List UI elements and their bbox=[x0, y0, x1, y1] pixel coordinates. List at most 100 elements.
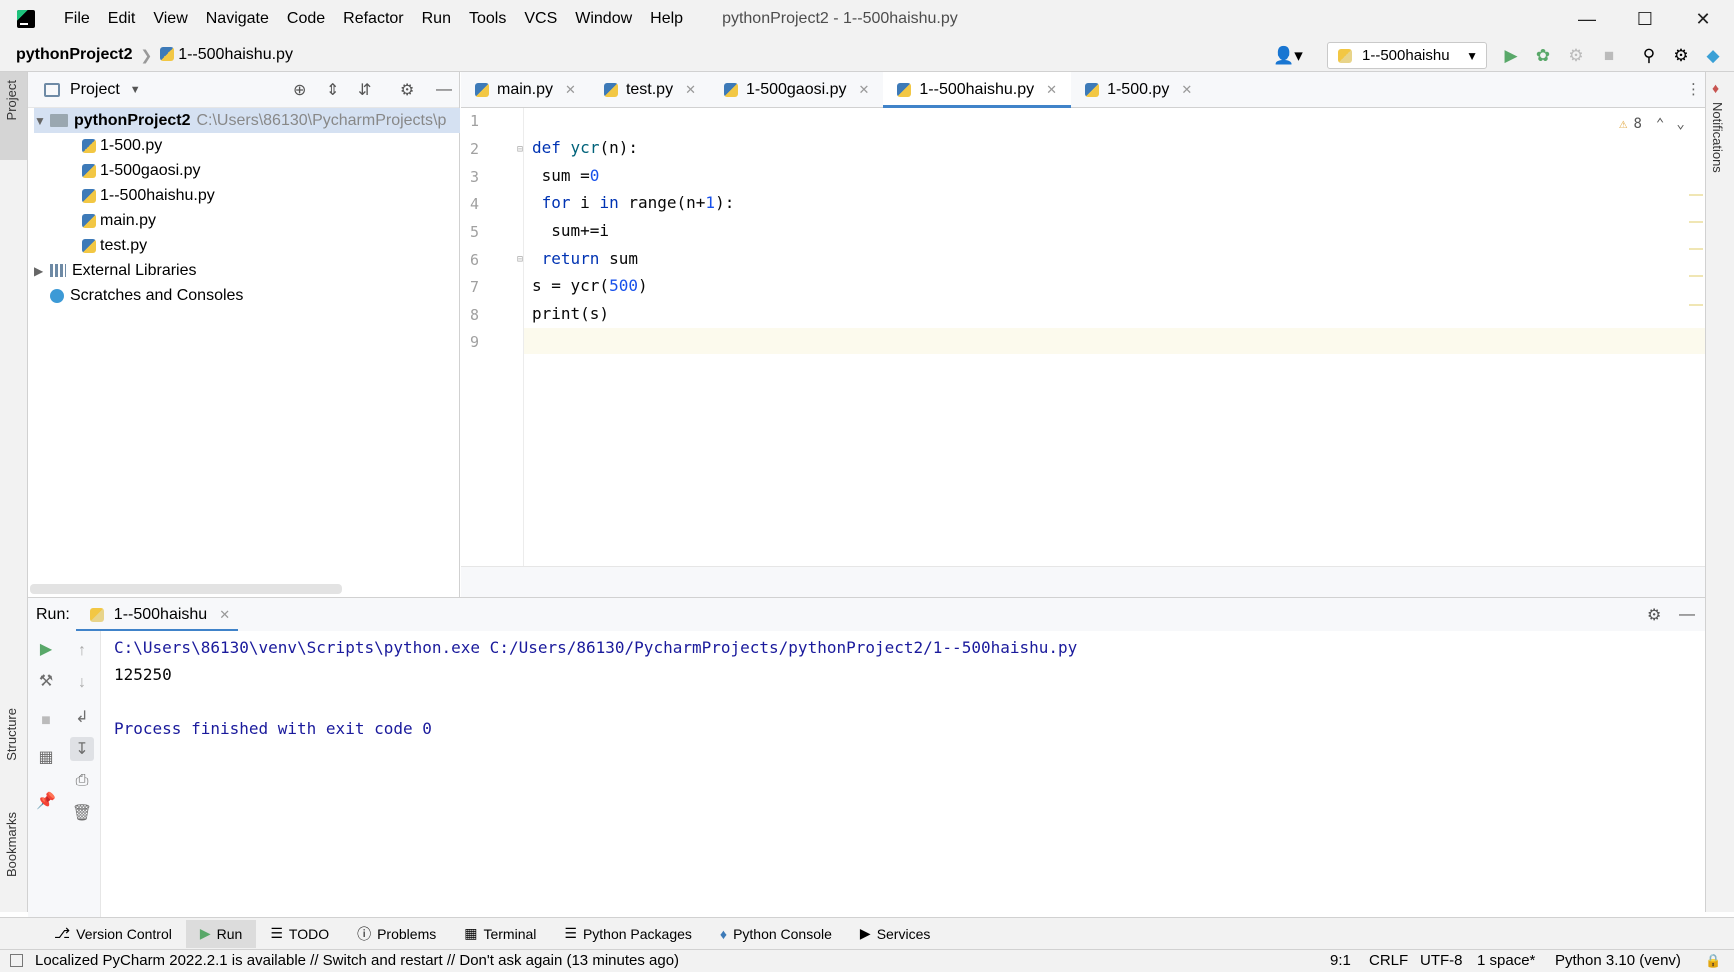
tree-file-row[interactable]: 1-500gaosi.py bbox=[82, 158, 201, 183]
tree-file-row[interactable]: main.py bbox=[82, 208, 156, 233]
menu-refactor[interactable]: Refactor bbox=[334, 0, 412, 38]
coverage-icon[interactable]: ⚙ bbox=[1566, 46, 1586, 66]
tool-tab-version-control[interactable]: ⎇ Version Control bbox=[40, 920, 186, 948]
hide-panel-icon[interactable]: — bbox=[436, 81, 452, 99]
tool-tab-todo[interactable]: ☰ TODO bbox=[256, 920, 343, 948]
chevron-down-icon[interactable]: ▼ bbox=[34, 114, 50, 128]
menu-navigate[interactable]: Navigate bbox=[197, 0, 278, 38]
run-config-selector[interactable]: 1--500haishu ▼ bbox=[1327, 42, 1487, 69]
previous-highlight-icon[interactable]: ⌃ bbox=[1656, 116, 1664, 132]
indent-setting[interactable]: 1 space* bbox=[1477, 952, 1535, 969]
collapse-all-icon[interactable]: ⇵ bbox=[358, 80, 371, 100]
file-encoding[interactable]: UTF-8 bbox=[1420, 952, 1463, 969]
notifications-tool-label[interactable]: Notifications bbox=[1710, 102, 1725, 173]
status-message[interactable]: Localized PyCharm 2022.2.1 is available … bbox=[35, 952, 679, 969]
more-tabs-icon[interactable]: ⋮ bbox=[1686, 80, 1701, 98]
wrench-icon[interactable]: ⚒ bbox=[36, 671, 56, 691]
bell-icon[interactable]: ♦ bbox=[1712, 80, 1719, 96]
trash-icon[interactable]: 🗑 bbox=[72, 803, 92, 823]
pin-icon[interactable]: 📌 bbox=[36, 791, 56, 811]
error-stripe-mark[interactable] bbox=[1689, 275, 1703, 277]
chevron-down-icon[interactable]: ▼ bbox=[130, 84, 141, 96]
maximize-button[interactable]: ☐ bbox=[1616, 0, 1674, 38]
soft-wrap-icon[interactable]: ↲ bbox=[72, 707, 92, 727]
tree-root-row[interactable]: ▼ pythonProject2 C:\Users\86130\PycharmP… bbox=[34, 108, 460, 133]
project-tool-tab[interactable]: Project bbox=[0, 72, 27, 160]
close-tab-icon[interactable]: ✕ bbox=[219, 607, 230, 623]
tool-tab-services[interactable]: ▶ Services bbox=[846, 920, 944, 948]
layout-icon[interactable]: ▦ bbox=[36, 747, 56, 767]
arrow-up-icon[interactable]: ↑ bbox=[72, 641, 92, 661]
expand-all-icon[interactable]: ⇕ bbox=[326, 80, 339, 100]
search-icon[interactable]: ⚲ bbox=[1639, 46, 1659, 66]
tool-tab-python-console[interactable]: ♦ Python Console bbox=[706, 920, 846, 948]
error-stripe-mark[interactable] bbox=[1689, 221, 1703, 223]
tool-tab-terminal[interactable]: ▦ Terminal bbox=[450, 920, 550, 948]
scroll-to-end-icon[interactable]: ↧ bbox=[70, 737, 94, 761]
menu-run[interactable]: Run bbox=[413, 0, 460, 38]
tree-file-row[interactable]: 1--500haishu.py bbox=[82, 183, 215, 208]
error-stripe-mark[interactable] bbox=[1689, 194, 1703, 196]
user-icon[interactable]: 👤▾ bbox=[1271, 46, 1305, 66]
print-icon[interactable]: ⎙ bbox=[72, 771, 92, 791]
error-stripe-mark[interactable] bbox=[1689, 304, 1703, 306]
close-window-button[interactable]: ✕ bbox=[1674, 0, 1732, 38]
editor-tab-test[interactable]: test.py ✕ bbox=[590, 72, 710, 107]
breadcrumb-file[interactable]: 1--500haishu.py bbox=[160, 46, 293, 64]
gear-icon[interactable]: ⚙ bbox=[1647, 605, 1661, 625]
close-tab-icon[interactable]: ✕ bbox=[565, 82, 576, 98]
structure-tool-label[interactable]: Structure bbox=[4, 708, 19, 761]
debug-icon[interactable]: ✿ bbox=[1533, 46, 1553, 66]
run-icon[interactable]: ▶ bbox=[1501, 46, 1521, 66]
tree-file-row[interactable]: 1-500.py bbox=[82, 133, 162, 158]
tool-tab-python-packages[interactable]: ☰ Python Packages bbox=[550, 920, 706, 948]
editor-tab-gaosi[interactable]: 1-500gaosi.py ✕ bbox=[710, 72, 883, 107]
toggle-tool-windows-icon[interactable] bbox=[10, 954, 23, 967]
run-tab[interactable]: 1--500haishu ✕ bbox=[75, 598, 239, 632]
line-separator[interactable]: CRLF bbox=[1369, 952, 1408, 969]
horizontal-scrollbar[interactable] bbox=[30, 584, 342, 594]
arrow-down-icon[interactable]: ↓ bbox=[72, 673, 92, 693]
menu-vcs[interactable]: VCS bbox=[515, 0, 566, 38]
project-view-title[interactable]: Project bbox=[70, 81, 120, 99]
hide-panel-icon[interactable]: — bbox=[1679, 606, 1695, 624]
lock-icon[interactable]: 🔒 bbox=[1705, 953, 1721, 969]
tree-scratches-row[interactable]: Scratches and Consoles bbox=[50, 283, 243, 308]
menu-window[interactable]: Window bbox=[566, 0, 641, 38]
settings-icon[interactable]: ⚙ bbox=[1671, 46, 1691, 66]
gear-icon[interactable]: ⚙ bbox=[400, 80, 414, 100]
rerun-icon[interactable]: ▶ bbox=[36, 639, 56, 659]
inspection-widget[interactable]: ⚠ 8 ⌃ ⌄ bbox=[1619, 116, 1685, 132]
chevron-right-icon[interactable]: ▶ bbox=[34, 264, 50, 278]
close-tab-icon[interactable]: ✕ bbox=[1046, 82, 1057, 98]
fold-icon[interactable]: ⊟ bbox=[517, 144, 523, 155]
menu-file[interactable]: File bbox=[55, 0, 99, 38]
bookmarks-tool-label[interactable]: Bookmarks bbox=[4, 812, 19, 877]
menu-code[interactable]: Code bbox=[278, 0, 334, 38]
menu-help[interactable]: Help bbox=[641, 0, 692, 38]
tool-tab-run[interactable]: ▶ Run bbox=[185, 919, 257, 948]
locate-icon[interactable]: ⊕ bbox=[293, 80, 306, 100]
run-console[interactable]: C:\Users\86130\venv\Scripts\python.exe C… bbox=[101, 631, 1705, 917]
tool-tab-problems[interactable]: ⓘ Problems bbox=[343, 920, 450, 948]
code-editor[interactable]: 1 2 3 4 5 6 7 8 9 ⊟ ⊟ def ycr(n): sum =0… bbox=[461, 108, 1705, 597]
tree-file-row[interactable]: test.py bbox=[82, 233, 147, 258]
python-interpreter[interactable]: Python 3.10 (venv) bbox=[1555, 952, 1681, 969]
close-tab-icon[interactable]: ✕ bbox=[859, 82, 870, 98]
next-highlight-icon[interactable]: ⌄ bbox=[1676, 116, 1684, 132]
editor-tab-haishu[interactable]: 1--500haishu.py ✕ bbox=[883, 72, 1072, 108]
tree-external-libraries-row[interactable]: ▶ External Libraries bbox=[34, 258, 197, 283]
breadcrumb-project[interactable]: pythonProject2 bbox=[16, 46, 132, 64]
fold-icon[interactable]: ⊟ bbox=[517, 254, 523, 265]
close-tab-icon[interactable]: ✕ bbox=[1181, 82, 1192, 98]
stop-icon[interactable]: ■ bbox=[36, 711, 56, 731]
minimize-button[interactable]: — bbox=[1558, 0, 1616, 38]
editor-tab-1-500[interactable]: 1-500.py ✕ bbox=[1071, 72, 1206, 107]
jetbrains-logo-icon[interactable]: ◆ bbox=[1703, 46, 1723, 66]
menu-view[interactable]: View bbox=[144, 0, 196, 38]
menu-tools[interactable]: Tools bbox=[460, 0, 515, 38]
caret-position[interactable]: 9:1 bbox=[1330, 952, 1351, 969]
stop-icon[interactable]: ■ bbox=[1599, 46, 1619, 66]
menu-edit[interactable]: Edit bbox=[99, 0, 145, 38]
editor-tab-main[interactable]: main.py ✕ bbox=[461, 72, 590, 107]
